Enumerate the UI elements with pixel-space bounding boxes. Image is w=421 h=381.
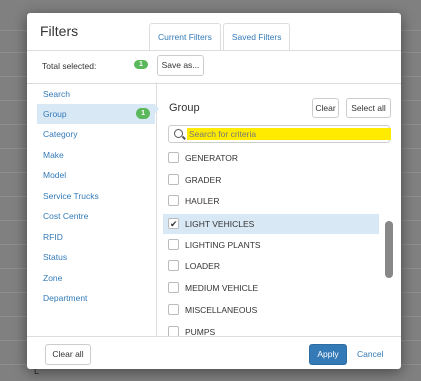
sidebar-item-label: Category [43,129,78,139]
list-item[interactable]: HAULER [163,191,379,211]
list-item-label: GENERATOR [185,153,239,163]
total-selected-badge: 1 [134,60,148,69]
clear-all-button[interactable]: Clear all [45,344,91,365]
selection-bar: Total selected: 1 Save as... [27,50,401,84]
group-title: Group [169,102,200,114]
sidebar-item-category[interactable]: Category [37,124,155,144]
list-item[interactable]: LIGHTING PLANTS [163,235,379,255]
sidebar-item-service-trucks[interactable]: Service Trucks [37,186,155,206]
sidebar-item-label: Make [43,150,64,160]
list-item-label: LOADER [185,261,220,271]
list-item[interactable]: MISCELLANEOUS [163,300,379,320]
select-all-button[interactable]: Select all [346,98,391,118]
list-item-label: HAULER [185,196,220,206]
checkbox[interactable] [168,260,179,271]
modal-title: Filters [40,23,79,39]
checkbox[interactable] [168,282,179,293]
sidebar-item-cost-centre[interactable]: Cost Centre [37,206,155,226]
sidebar-item-label: Group [43,109,67,119]
list-item[interactable]: GRADER [163,170,379,190]
group-list: GENERATOR GRADER HAULER LIGHT VEHICLES L… [157,148,401,336]
sidebar-item-group[interactable]: Group 1 [37,104,155,124]
filters-modal: Filters Current Filters Saved Filters To… [27,13,401,369]
tab-saved-filters[interactable]: Saved Filters [222,23,291,50]
list-item[interactable]: LOADER [163,256,379,276]
list-scrollbar[interactable] [385,221,393,278]
sidebar-item-label: Department [43,293,88,303]
sidebar-item-zone[interactable]: Zone [37,268,155,288]
checkbox-checked[interactable] [168,214,179,234]
sidebar-item-model[interactable]: Model [37,165,155,185]
criteria-search-input[interactable] [187,128,391,140]
cancel-link[interactable]: Cancel [357,349,383,359]
list-item-label: GRADER [185,175,222,185]
sidebar-item-label: Cost Centre [43,211,89,221]
sidebar-item-label: Search [43,89,70,99]
sidebar-item-rfid[interactable]: RFID [37,227,155,247]
checkbox[interactable] [168,239,179,250]
criteria-sidebar: Search Group 1 Category Make Model Servic… [37,82,157,336]
sidebar-item-label: RFID [43,232,63,242]
sidebar-item-label: Service Trucks [43,191,99,201]
sidebar-item-label: Model [43,170,67,180]
apply-button[interactable]: Apply [309,344,347,365]
tab-current-filters[interactable]: Current Filters [149,23,221,50]
modal-footer: Clear all Apply Cancel [27,336,401,369]
search-icon [174,129,183,138]
checkbox[interactable] [168,174,179,185]
checkbox[interactable] [168,326,179,336]
group-count-badge: 1 [136,108,150,119]
sidebar-item-label: Status [43,252,68,262]
list-item[interactable]: PUMPS [163,322,379,336]
list-item-label: MEDIUM VEHICLE [185,283,259,293]
save-as-button[interactable]: Save as... [157,55,204,76]
sidebar-item-status[interactable]: Status [37,247,155,267]
list-item-label: LIGHTING PLANTS [185,240,261,250]
checkbox[interactable] [168,304,179,315]
checkbox[interactable] [168,152,179,163]
list-item[interactable]: GENERATOR [163,148,379,168]
checkbox[interactable] [168,195,179,206]
group-panel: Group Clear Select all GENERATOR GRADER … [157,82,401,336]
sidebar-item-make[interactable]: Make [37,145,155,165]
list-item[interactable]: LIGHT VEHICLES [163,214,379,234]
sidebar-item-label: Zone [43,273,63,283]
list-item-label: PUMPS [185,327,216,336]
criteria-search-box [168,125,391,143]
list-item-label: LIGHT VEHICLES [185,219,255,229]
total-selected-label: Total selected: [42,61,97,71]
clear-button[interactable]: Clear [312,98,339,118]
list-item[interactable]: MEDIUM VEHICLE [163,278,379,298]
list-item-label: MISCELLANEOUS [185,305,258,315]
sidebar-item-department[interactable]: Department [37,288,155,308]
filter-tabs: Current Filters Saved Filters [149,23,292,51]
sidebar-item-search[interactable]: Search [37,84,155,104]
